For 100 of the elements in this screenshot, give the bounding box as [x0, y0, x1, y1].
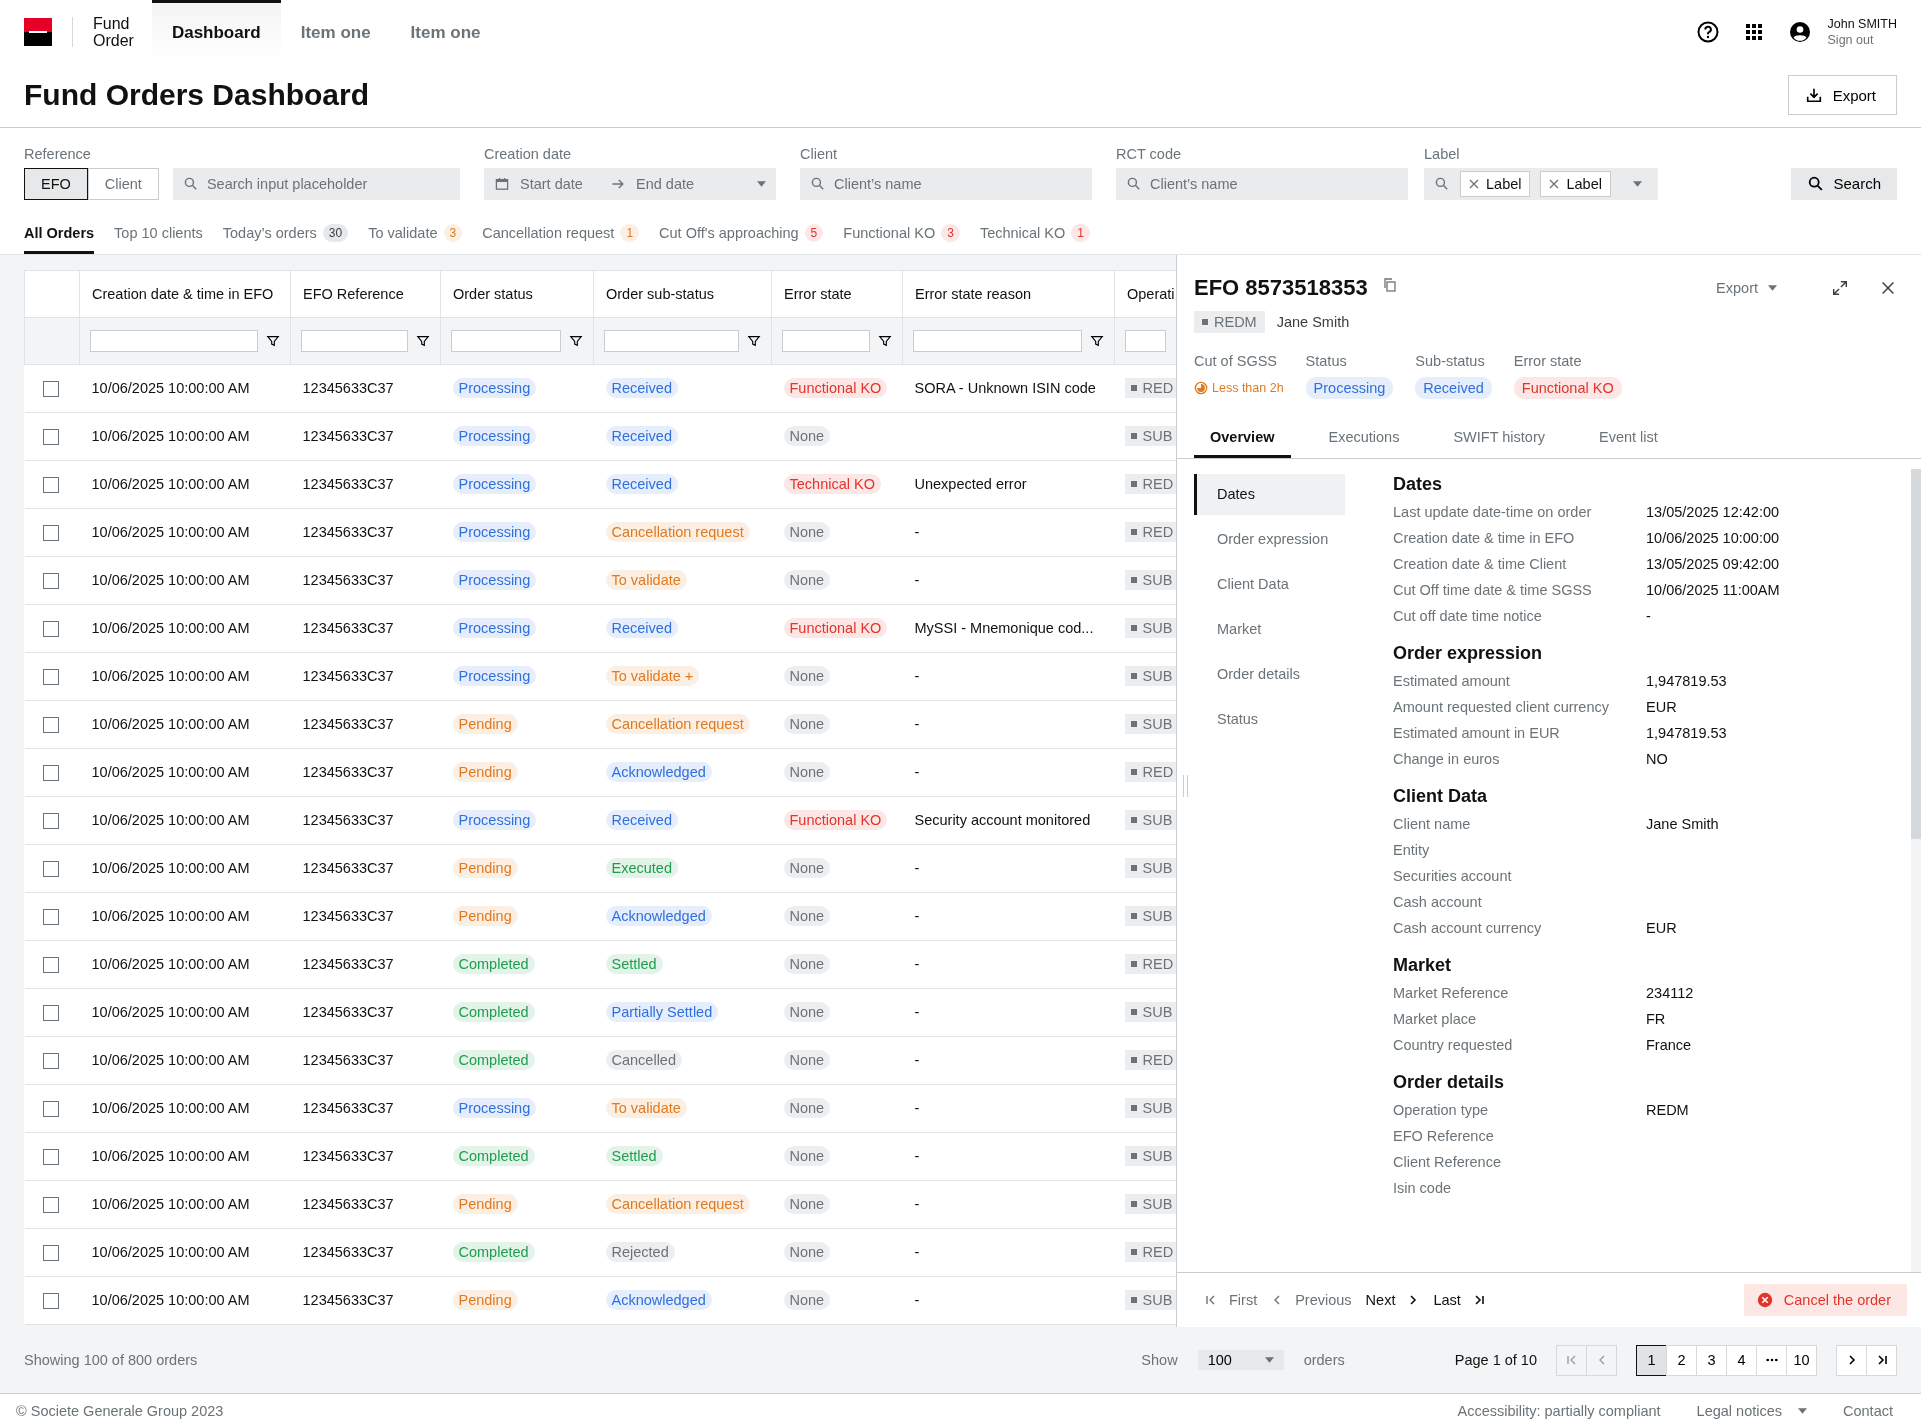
- row-checkbox[interactable]: [42, 524, 59, 541]
- search-button[interactable]: Search: [1791, 167, 1897, 200]
- scrollbar[interactable]: [1911, 468, 1921, 1273]
- row-checkbox[interactable]: [42, 620, 59, 637]
- footer-link[interactable]: Legal notices: [1696, 1403, 1807, 1419]
- caret-icon[interactable]: [1633, 180, 1642, 187]
- page-button[interactable]: 4: [1726, 1344, 1757, 1376]
- page-button[interactable]: 2: [1666, 1344, 1697, 1376]
- row-checkbox[interactable]: [42, 812, 59, 829]
- row-checkbox[interactable]: [42, 1004, 59, 1021]
- footer-link[interactable]: Contact: [1843, 1403, 1893, 1419]
- column-filter-field[interactable]: [301, 329, 408, 352]
- label-tag[interactable]: Label: [1460, 170, 1531, 197]
- row-checkbox[interactable]: [42, 716, 59, 733]
- field-value: 234112: [1646, 984, 1694, 1001]
- filter-icon[interactable]: [416, 333, 430, 348]
- order-tab[interactable]: Today’s orders 30: [222, 213, 349, 254]
- sign-out-link[interactable]: Sign out: [1827, 31, 1897, 48]
- filter-icon[interactable]: [266, 333, 280, 348]
- column-filter-field[interactable]: [782, 329, 870, 352]
- column-header[interactable]: EFO Reference: [290, 270, 441, 318]
- detail-tab[interactable]: Event list: [1583, 420, 1674, 458]
- order-tab[interactable]: Top 10 clients: [114, 213, 203, 254]
- start-date-field[interactable]: Start date: [518, 174, 602, 193]
- order-tab[interactable]: Cut Off's approaching 5: [659, 213, 824, 254]
- rct-search-field[interactable]: Client’s name: [1116, 167, 1408, 200]
- export-button[interactable]: Export: [1787, 75, 1897, 116]
- search-field[interactable]: Search input placeholder: [172, 167, 460, 200]
- page-button[interactable]: 10: [1786, 1344, 1817, 1376]
- row-checkbox[interactable]: [42, 668, 59, 685]
- nav-tab[interactable]: Item one: [390, 0, 501, 64]
- detail-tab[interactable]: Executions: [1312, 420, 1416, 458]
- row-checkbox[interactable]: [42, 1196, 59, 1213]
- column-header[interactable]: Order status: [440, 270, 594, 318]
- account-icon[interactable]: [1787, 19, 1812, 44]
- detail-tab[interactable]: Overview: [1194, 420, 1291, 458]
- page-size-dropdown[interactable]: 100: [1197, 1350, 1284, 1371]
- row-checkbox[interactable]: [42, 380, 59, 397]
- section-nav-item[interactable]: Order details: [1194, 653, 1345, 695]
- end-date-field[interactable]: End date: [634, 174, 718, 193]
- filter-icon[interactable]: [747, 333, 761, 348]
- field-value: 13/05/2025 09:42:00: [1646, 555, 1780, 572]
- remove-icon[interactable]: [1469, 178, 1479, 189]
- row-checkbox[interactable]: [42, 1148, 59, 1165]
- caret-icon[interactable]: [757, 180, 766, 187]
- order-tab[interactable]: Technical KO 1: [979, 213, 1090, 254]
- column-filter-field[interactable]: [913, 329, 1082, 352]
- column-filter-field[interactable]: [90, 329, 258, 352]
- section-nav-item[interactable]: Market: [1194, 608, 1345, 650]
- row-checkbox[interactable]: [42, 908, 59, 925]
- section-nav-item[interactable]: Dates: [1194, 473, 1345, 515]
- row-checkbox[interactable]: [42, 1244, 59, 1261]
- row-checkbox[interactable]: [42, 572, 59, 589]
- section-nav-item[interactable]: Status: [1194, 698, 1345, 740]
- column-header[interactable]: Creation date & time in EFO: [79, 270, 291, 318]
- help-icon[interactable]: [1695, 19, 1720, 44]
- row-checkbox[interactable]: [42, 1292, 59, 1309]
- resize-handle[interactable]: [1183, 774, 1188, 797]
- section-nav-item[interactable]: Order expression: [1194, 518, 1345, 560]
- cancel-order-button[interactable]: Cancel the order: [1743, 1284, 1907, 1317]
- remove-icon[interactable]: [1549, 178, 1560, 189]
- copy-icon[interactable]: [1381, 276, 1398, 293]
- row-checkbox[interactable]: [42, 764, 59, 781]
- column-filter-field[interactable]: [451, 329, 561, 352]
- order-tab[interactable]: Cancellation request 1: [482, 213, 640, 254]
- status-tag: Pending: [452, 1194, 518, 1215]
- reference-toggle[interactable]: Client: [87, 167, 159, 200]
- filter-icon[interactable]: [569, 333, 583, 348]
- row-checkbox[interactable]: [42, 1100, 59, 1117]
- filter-icon[interactable]: [1090, 333, 1104, 348]
- detail-tab[interactable]: SWIFT history: [1437, 420, 1561, 458]
- row-checkbox[interactable]: [42, 1052, 59, 1069]
- footer-link[interactable]: Accessibility: partially compliant: [1457, 1403, 1661, 1419]
- column-filter-field[interactable]: [1125, 329, 1166, 352]
- pager-link[interactable]: Next: [1365, 1292, 1420, 1309]
- row-checkbox[interactable]: [42, 956, 59, 973]
- label-tag[interactable]: Label: [1540, 170, 1611, 197]
- page-button[interactable]: 1: [1636, 1344, 1667, 1376]
- column-header[interactable]: Order sub-status: [593, 270, 772, 318]
- export-dropdown[interactable]: Export: [1710, 278, 1783, 297]
- operation-tag: RED: [1124, 954, 1176, 975]
- order-tab[interactable]: To validate 3: [368, 213, 463, 254]
- column-filter-field[interactable]: [604, 329, 739, 352]
- order-tab[interactable]: Functional KO 3: [843, 213, 960, 254]
- filter-icon[interactable]: [878, 333, 892, 348]
- next-page-button[interactable]: [1836, 1344, 1867, 1376]
- column-header[interactable]: Error state: [771, 270, 903, 318]
- expand-icon[interactable]: [1831, 278, 1849, 297]
- row-checkbox[interactable]: [42, 476, 59, 493]
- row-checkbox[interactable]: [42, 860, 59, 877]
- last-page-button[interactable]: [1866, 1344, 1897, 1376]
- row-checkbox[interactable]: [42, 428, 59, 445]
- column-header[interactable]: Error state reason: [902, 270, 1115, 318]
- section-nav-item[interactable]: Client Data: [1194, 563, 1345, 605]
- reference-toggle[interactable]: EFO: [24, 167, 88, 200]
- client-search-field[interactable]: Client’s name: [800, 167, 1092, 200]
- nav-tab[interactable]: Item one: [280, 0, 391, 64]
- page-button[interactable]: 3: [1696, 1344, 1727, 1376]
- pager-link[interactable]: Last: [1433, 1292, 1485, 1309]
- cancel-icon: [1755, 1291, 1774, 1310]
